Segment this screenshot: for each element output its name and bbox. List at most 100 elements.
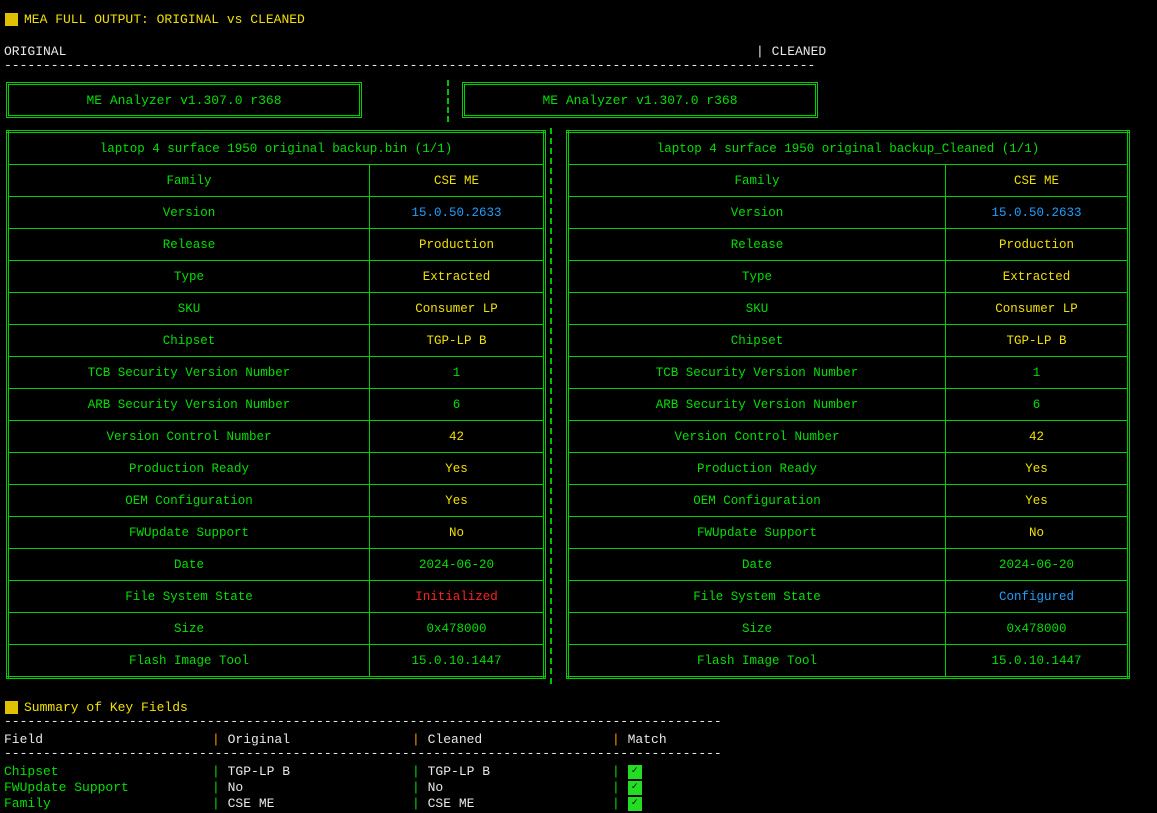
field-value: 6 bbox=[369, 388, 545, 421]
check-icon: ✓ bbox=[627, 780, 642, 795]
summary-cell: CSE ME bbox=[427, 796, 475, 811]
field-value: 15.0.50.2633 bbox=[369, 196, 545, 229]
field-label: TCB Security Version Number bbox=[567, 356, 946, 389]
divider bbox=[447, 80, 449, 122]
field-label: SKU bbox=[567, 292, 946, 325]
table-row: ARB Security Version Number 6 bbox=[567, 388, 1129, 421]
field-value: No bbox=[369, 516, 545, 549]
field-label: OEM Configuration bbox=[567, 484, 946, 517]
original-table: laptop 4 surface 1950 original backup.bi… bbox=[6, 130, 546, 679]
field-value: No bbox=[945, 516, 1129, 549]
cleaned-table: laptop 4 surface 1950 original backup_Cl… bbox=[566, 130, 1130, 679]
field-value: TGP-LP B bbox=[369, 324, 545, 357]
field-value: Consumer LP bbox=[369, 292, 545, 325]
table-row: FWUpdate Support No bbox=[7, 516, 545, 549]
table-row: Production Ready Yes bbox=[567, 452, 1129, 485]
chart-icon bbox=[5, 13, 18, 27]
table-row: OEM Configuration Yes bbox=[7, 484, 545, 517]
summary-col-header: Cleaned bbox=[427, 732, 483, 747]
table-row: Size 0x478000 bbox=[7, 612, 545, 645]
field-value: 15.0.10.1447 bbox=[945, 644, 1129, 678]
field-label: Flash Image Tool bbox=[567, 644, 946, 678]
field-label: Size bbox=[567, 612, 946, 645]
field-label: Version Control Number bbox=[7, 420, 370, 453]
table-row: Version Control Number 42 bbox=[7, 420, 545, 453]
table-row: Family CSE ME bbox=[567, 164, 1129, 197]
field-value: 1 bbox=[369, 356, 545, 389]
summary-cell: TGP-LP B bbox=[427, 764, 491, 779]
field-value: 0x478000 bbox=[369, 612, 545, 645]
check-icon: ✓ bbox=[627, 796, 642, 811]
table-row: Size 0x478000 bbox=[567, 612, 1129, 645]
field-value: 6 bbox=[945, 388, 1129, 421]
field-value: Consumer LP bbox=[945, 292, 1129, 325]
table-row: Version 15.0.50.2633 bbox=[7, 196, 545, 229]
field-label: Type bbox=[567, 260, 946, 293]
field-label: Family bbox=[7, 164, 370, 197]
divider: ----------------------------------------… bbox=[4, 750, 722, 760]
field-value: 0x478000 bbox=[945, 612, 1129, 645]
field-value: Yes bbox=[369, 452, 545, 485]
table-row: Type Extracted bbox=[567, 260, 1129, 293]
table-row: Date 2024-06-20 bbox=[567, 548, 1129, 581]
table-row: FWUpdate Support No bbox=[567, 516, 1129, 549]
table-row: Release Production bbox=[567, 228, 1129, 261]
field-value: 1 bbox=[945, 356, 1129, 389]
field-label: FWUpdate Support bbox=[7, 516, 370, 549]
page-title: MEA FULL OUTPUT: ORIGINAL vs CLEANED bbox=[5, 12, 305, 27]
field-value: Yes bbox=[945, 484, 1129, 517]
field-label: Production Ready bbox=[567, 452, 946, 485]
field-label: SKU bbox=[7, 292, 370, 325]
field-value: 15.0.50.2633 bbox=[945, 196, 1129, 229]
field-label: File System State bbox=[7, 580, 370, 613]
table-row: Chipset TGP-LP B bbox=[567, 324, 1129, 357]
table-row: Version 15.0.50.2633 bbox=[567, 196, 1129, 229]
summary-cell: Family bbox=[4, 796, 51, 811]
field-value: 2024-06-20 bbox=[945, 548, 1129, 581]
summary-cell: FWUpdate Support bbox=[4, 780, 129, 795]
summary-title: Summary of Key Fields bbox=[5, 700, 188, 715]
field-value: 42 bbox=[369, 420, 545, 453]
table-row: Date 2024-06-20 bbox=[7, 548, 545, 581]
clipboard-icon bbox=[5, 701, 18, 715]
table-row: Production Ready Yes bbox=[7, 452, 545, 485]
summary-cell: No bbox=[427, 780, 444, 795]
divider: ----------------------------------------… bbox=[4, 718, 722, 728]
file-name: laptop 4 surface 1950 original backup_Cl… bbox=[567, 131, 1129, 165]
field-label: Chipset bbox=[7, 324, 370, 357]
table-row: SKU Consumer LP bbox=[7, 292, 545, 325]
table-row: Flash Image Tool 15.0.10.1447 bbox=[7, 644, 545, 678]
field-value: CSE ME bbox=[369, 164, 545, 197]
field-value: Extracted bbox=[369, 260, 545, 293]
file-name: laptop 4 surface 1950 original backup.bi… bbox=[7, 131, 545, 165]
summary-col-header: Field bbox=[4, 732, 44, 747]
field-value: Production bbox=[369, 228, 545, 261]
table-row: Family CSE ME bbox=[7, 164, 545, 197]
field-label: Flash Image Tool bbox=[7, 644, 370, 678]
table-row: Version Control Number 42 bbox=[567, 420, 1129, 453]
field-label: Release bbox=[567, 228, 946, 261]
file-header-row: laptop 4 surface 1950 original backup.bi… bbox=[7, 131, 545, 165]
divider bbox=[550, 128, 552, 684]
field-label: Version bbox=[7, 196, 370, 229]
field-value: Configured bbox=[945, 580, 1129, 613]
summary-col-header: Match bbox=[627, 732, 667, 747]
field-label: Version bbox=[567, 196, 946, 229]
table-row: File System State Configured bbox=[567, 580, 1129, 613]
analyzer-box-original: ME Analyzer v1.307.0 r368 bbox=[6, 82, 362, 118]
table-row: TCB Security Version Number 1 bbox=[7, 356, 545, 389]
field-value: Extracted bbox=[945, 260, 1129, 293]
field-label: FWUpdate Support bbox=[567, 516, 946, 549]
field-value: Production bbox=[945, 228, 1129, 261]
field-label: File System State bbox=[567, 580, 946, 613]
field-value: TGP-LP B bbox=[945, 324, 1129, 357]
field-label: Chipset bbox=[567, 324, 946, 357]
summary-cell: No bbox=[227, 780, 244, 795]
analyzer-box-cleaned: ME Analyzer v1.307.0 r368 bbox=[462, 82, 818, 118]
summary-cell: TGP-LP B bbox=[227, 764, 291, 779]
field-label: Date bbox=[7, 548, 370, 581]
cleaned-label: | CLEANED bbox=[756, 44, 827, 59]
field-value: 15.0.10.1447 bbox=[369, 644, 545, 678]
field-value: Yes bbox=[369, 484, 545, 517]
table-row: File System State Initialized bbox=[7, 580, 545, 613]
